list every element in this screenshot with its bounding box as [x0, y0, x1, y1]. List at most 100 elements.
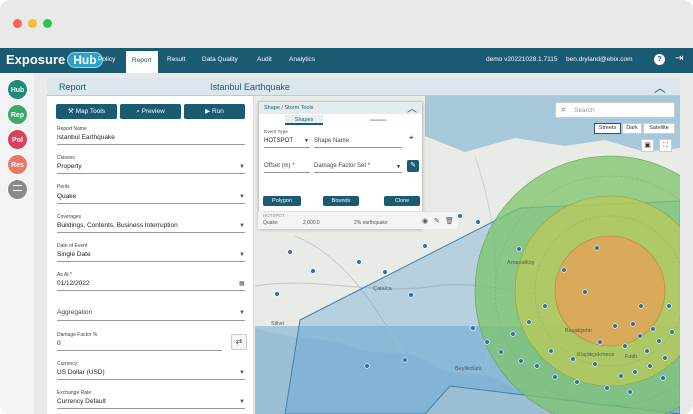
maximize-window-dot[interactable]	[43, 19, 52, 28]
rail-report-button[interactable]: Rep	[7, 104, 28, 125]
rail-hub-button[interactable]: Hub	[7, 79, 28, 100]
location-marker[interactable]	[662, 355, 668, 361]
aggregation-caret-icon[interactable]: ▼	[239, 310, 245, 316]
location-marker[interactable]	[274, 291, 280, 297]
map-tools-button[interactable]: ⚒ Map Tools	[56, 104, 117, 119]
location-marker[interactable]	[574, 379, 580, 385]
offset-input[interactable]: Offset (m) *	[264, 163, 295, 169]
exchange-rate-select[interactable]: Currency Default	[57, 398, 106, 405]
report-name-input[interactable]: Istanbul Earthquake	[57, 134, 115, 141]
edit-pencil-button[interactable]: ✎	[407, 160, 419, 172]
camera-icon[interactable]: ▣	[641, 139, 654, 152]
location-marker[interactable]	[618, 373, 624, 379]
location-marker[interactable]	[627, 389, 633, 395]
location-marker[interactable]	[287, 249, 293, 255]
basemap-streets-button[interactable]: Streets	[594, 123, 621, 134]
visibility-eye-icon[interactable]: ◉	[422, 217, 428, 225]
bounds-button[interactable]: Bounds	[323, 196, 359, 206]
location-marker[interactable]	[534, 363, 540, 369]
tab-storms[interactable]: ▬▬▬	[363, 115, 393, 125]
nav-audit[interactable]: Audit	[257, 56, 272, 63]
location-marker[interactable]	[644, 348, 650, 354]
location-marker[interactable]	[592, 361, 598, 367]
damage-factor-input[interactable]: 0	[57, 340, 61, 347]
logout-icon[interactable]: ⇥	[675, 53, 683, 64]
location-marker[interactable]	[632, 369, 638, 375]
location-marker[interactable]	[526, 319, 532, 325]
location-marker[interactable]	[570, 356, 576, 362]
nav-result[interactable]: Result	[167, 56, 185, 63]
exchange-rate-caret-icon[interactable]: ▼	[239, 399, 245, 405]
location-marker[interactable]	[382, 269, 388, 275]
rail-menu-button[interactable]	[7, 179, 28, 200]
location-marker[interactable]	[470, 325, 476, 331]
nav-analytics[interactable]: Analytics	[289, 56, 315, 63]
location-marker[interactable]	[594, 245, 600, 251]
location-marker[interactable]	[647, 363, 653, 369]
location-marker[interactable]	[356, 259, 362, 265]
damage-factor-set-caret-icon[interactable]: ▼	[396, 164, 401, 170]
location-marker[interactable]	[422, 243, 428, 249]
map-search-input[interactable]: Search	[574, 107, 595, 114]
preview-button[interactable]: ⌕ Preview	[120, 104, 181, 119]
location-marker[interactable]	[604, 385, 610, 391]
shape-name-input[interactable]: Shape Name	[314, 138, 349, 144]
location-marker[interactable]	[622, 343, 628, 349]
perils-caret-icon[interactable]: ▼	[239, 194, 245, 200]
collapse-chevron-icon[interactable]: ︿	[407, 100, 417, 115]
rail-policy-button[interactable]: Pol	[7, 129, 28, 150]
collapse-chevron-icon[interactable]: ︿	[654, 79, 666, 96]
fullscreen-icon[interactable]: ⛶	[659, 139, 672, 152]
event-type-select[interactable]: HOTSPOT	[264, 138, 293, 144]
minimize-window-dot[interactable]	[28, 19, 37, 28]
nav-policy[interactable]: Policy	[98, 56, 115, 63]
location-marker[interactable]	[669, 329, 675, 335]
as-at-input[interactable]: 01/12/2022	[57, 280, 90, 287]
tab-shapes[interactable]: Shapes	[285, 115, 323, 125]
run-button[interactable]: ▶ Run	[184, 104, 245, 119]
location-marker[interactable]	[597, 339, 603, 345]
location-marker[interactable]	[638, 303, 644, 309]
basemap-dark-button[interactable]: Dark	[622, 123, 642, 134]
coverages-caret-icon[interactable]: ▼	[239, 223, 245, 229]
location-marker[interactable]	[650, 326, 656, 332]
location-marker[interactable]	[475, 219, 481, 225]
location-marker[interactable]	[408, 292, 414, 298]
basemap-satellite-button[interactable]: Satellite	[643, 123, 675, 134]
currency-select[interactable]: US Dollar (USD)	[57, 369, 105, 376]
classes-caret-icon[interactable]: ▼	[239, 164, 245, 170]
location-marker[interactable]	[457, 213, 463, 219]
perils-select[interactable]: Quake	[57, 193, 76, 200]
location-marker[interactable]	[666, 303, 672, 309]
location-marker[interactable]	[364, 363, 370, 369]
location-marker[interactable]	[612, 323, 618, 329]
classes-select[interactable]: Property	[57, 163, 82, 170]
rail-result-button[interactable]: Res	[7, 154, 28, 175]
location-pin-icon[interactable]: ⌖	[409, 133, 414, 143]
location-marker[interactable]	[402, 357, 408, 363]
date-of-event-caret-icon[interactable]: ▼	[239, 252, 245, 258]
currency-caret-icon[interactable]: ▼	[239, 370, 245, 376]
location-marker[interactable]	[660, 375, 666, 381]
nav-report[interactable]: Report	[126, 51, 158, 73]
nav-data-quality[interactable]: Data Quality	[202, 56, 238, 63]
swap-icon-button[interactable]: ⇄	[231, 334, 247, 350]
date-of-event-select[interactable]: Single Date	[57, 251, 91, 258]
location-marker[interactable]	[561, 267, 567, 273]
user-email[interactable]: ben.dryland@ebix.com	[566, 56, 633, 63]
damage-factor-set-select[interactable]: Damage Factor Set *	[314, 163, 370, 169]
location-marker[interactable]	[548, 348, 554, 354]
location-marker[interactable]	[516, 246, 522, 252]
location-marker[interactable]	[498, 349, 504, 355]
calendar-icon[interactable]: ▦	[239, 280, 245, 287]
location-marker[interactable]	[484, 339, 490, 345]
aggregation-select[interactable]: Aggregation	[57, 309, 92, 316]
location-marker[interactable]	[310, 268, 316, 274]
polygon-button[interactable]: Polygon	[263, 196, 301, 206]
location-marker[interactable]	[518, 358, 524, 364]
delete-trash-icon[interactable]: 🗑	[445, 217, 454, 225]
location-marker[interactable]	[656, 338, 662, 344]
close-window-dot[interactable]	[13, 19, 22, 28]
app-logo[interactable]: Exposure Hub	[6, 52, 103, 68]
location-marker[interactable]	[542, 303, 548, 309]
